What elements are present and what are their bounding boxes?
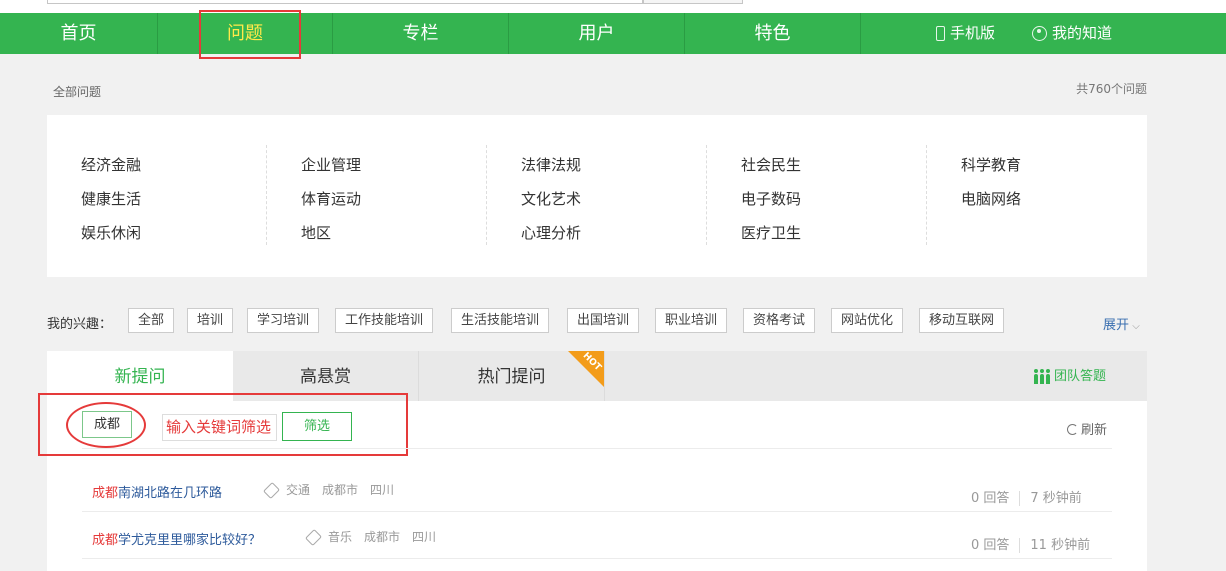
interest-tag[interactable]: 资格考试 xyxy=(743,308,816,333)
tag-icon xyxy=(263,482,280,499)
highlight-box-nav xyxy=(199,10,301,59)
my-zhidao-label: 我的知道 xyxy=(1052,24,1113,42)
question-time: 11 秒钟前 xyxy=(1030,538,1091,553)
category-link[interactable]: 体育运动 xyxy=(301,188,361,209)
team-answer-label: 团队答题 xyxy=(1054,369,1107,384)
interest-tag[interactable]: 全部 xyxy=(128,308,175,333)
question-text: 学尤克里里哪家比较好？ xyxy=(118,533,262,548)
interest-label: 我的兴趣： xyxy=(47,317,113,332)
top-search-input[interactable] xyxy=(47,0,643,4)
nav-item-users[interactable]: 用户 xyxy=(509,13,684,54)
user-icon xyxy=(1032,26,1047,41)
question-title[interactable]: 成都学尤克里里哪家比较好？ xyxy=(92,529,261,548)
meta-divider xyxy=(1019,538,1021,553)
question-meta: 0 回答 11 秒钟前 xyxy=(971,534,1090,553)
expand-label: 展开 xyxy=(1103,318,1130,333)
refresh-icon xyxy=(1067,424,1078,435)
category-link[interactable]: 娱乐休闲 xyxy=(81,222,141,243)
question-list-panel: 成都 输入关键词筛选 筛选 刷新 成都南湖北路在几环路 交通 成都市 四川 0 回答… xyxy=(38,393,1147,571)
category-column: 法律法规 文化艺术 心理分析 xyxy=(487,145,707,245)
nav-item-home[interactable]: 首页 xyxy=(0,13,157,54)
nav-item-featured[interactable]: 特色 xyxy=(685,13,860,54)
category-column: 社会民生 电子数码 医疗卫生 xyxy=(707,145,927,245)
category-link[interactable]: 地区 xyxy=(301,222,331,243)
question-tags: 音乐 成都市 四川 xyxy=(305,528,448,546)
phone-icon xyxy=(936,26,945,41)
interest-tag[interactable]: 工作技能培训 xyxy=(335,308,434,333)
category-link[interactable]: 医疗卫生 xyxy=(741,222,801,243)
category-column: 企业管理 体育运动 地区 xyxy=(267,145,487,245)
question-title[interactable]: 成都南湖北路在几环路 xyxy=(92,482,222,501)
team-answer-link[interactable]: 团队答题 xyxy=(1034,351,1106,401)
category-link[interactable]: 电子数码 xyxy=(741,188,801,209)
divider xyxy=(82,448,1112,449)
question-tag[interactable]: 交通 xyxy=(286,483,310,497)
highlight-oval-tag xyxy=(66,402,146,448)
refresh-label: 刷新 xyxy=(1081,423,1108,438)
keyword-highlight: 成都 xyxy=(92,533,119,548)
category-panel: 经济金融 健康生活 娱乐休闲 企业管理 体育运动 地区 法律法规 文化艺术 心理… xyxy=(47,115,1147,277)
question-count: 共760个问题 xyxy=(1076,82,1147,96)
question-tag[interactable]: 四川 xyxy=(370,483,394,497)
category-link[interactable]: 心理分析 xyxy=(521,222,581,243)
question-time: 7 秒钟前 xyxy=(1030,491,1082,506)
category-link[interactable]: 经济金融 xyxy=(81,154,141,175)
question-row: 成都学尤克里里哪家比较好？ 音乐 成都市 四川 0 回答 11 秒钟前 xyxy=(82,513,1112,559)
question-row: 成都南湖北路在几环路 交通 成都市 四川 0 回答 7 秒钟前 xyxy=(82,466,1112,512)
category-link[interactable]: 科学教育 xyxy=(961,154,1021,175)
question-tag[interactable]: 成都市 xyxy=(364,530,400,544)
interest-tag[interactable]: 培训 xyxy=(187,308,234,333)
question-tag[interactable]: 四川 xyxy=(412,530,436,544)
question-meta: 0 回答 7 秒钟前 xyxy=(971,487,1082,506)
category-link[interactable]: 法律法规 xyxy=(521,154,581,175)
question-tag[interactable]: 成都市 xyxy=(322,483,358,497)
interest-tag[interactable]: 出国培训 xyxy=(567,308,640,333)
interest-tag[interactable]: 职业培训 xyxy=(655,308,728,333)
team-icon xyxy=(1034,368,1050,384)
question-tags: 交通 成都市 四川 xyxy=(263,481,406,499)
category-link[interactable]: 文化艺术 xyxy=(521,188,581,209)
category-link[interactable]: 企业管理 xyxy=(301,154,361,175)
category-column: 科学教育 电脑网络 xyxy=(927,145,1147,245)
main-nav: 首页 问题 专栏 用户 特色 手机版 我的知道 xyxy=(0,13,1226,54)
interest-tag[interactable]: 学习培训 xyxy=(247,308,320,333)
refresh-button[interactable]: 刷新 xyxy=(1067,419,1107,438)
top-search-button[interactable] xyxy=(643,0,743,4)
breadcrumb: 全部问题 xyxy=(53,85,102,99)
answer-count: 0 回答 xyxy=(971,538,1010,553)
keyword-highlight: 成都 xyxy=(92,486,119,501)
question-tag[interactable]: 音乐 xyxy=(328,530,352,544)
category-link[interactable]: 电脑网络 xyxy=(961,188,1021,209)
expand-button[interactable]: 展开 ⌵ xyxy=(1103,314,1140,333)
tab-divider xyxy=(604,351,605,401)
tag-icon xyxy=(305,529,322,546)
answer-count: 0 回答 xyxy=(971,491,1010,506)
category-link[interactable]: 社会民生 xyxy=(741,154,801,175)
meta-divider xyxy=(1019,491,1021,506)
chevron-down-icon: ⌵ xyxy=(1129,321,1140,332)
interest-tag[interactable]: 网站优化 xyxy=(831,308,904,333)
category-link[interactable]: 健康生活 xyxy=(81,188,141,209)
nav-item-columns[interactable]: 专栏 xyxy=(333,13,508,54)
hot-badge-label: HOT xyxy=(580,351,603,374)
nav-divider xyxy=(860,13,861,54)
mobile-label: 手机版 xyxy=(950,24,996,42)
category-column: 经济金融 健康生活 娱乐休闲 xyxy=(47,145,267,245)
interest-tag[interactable]: 移动互联网 xyxy=(919,308,1005,333)
top-strip xyxy=(0,0,1226,13)
question-text: 南湖北路在几环路 xyxy=(118,486,223,501)
my-zhidao-link[interactable]: 我的知道 xyxy=(1032,13,1112,54)
interest-tag[interactable]: 生活技能培训 xyxy=(451,308,550,333)
mobile-link[interactable]: 手机版 xyxy=(936,13,995,54)
hot-badge: HOT xyxy=(568,351,604,387)
